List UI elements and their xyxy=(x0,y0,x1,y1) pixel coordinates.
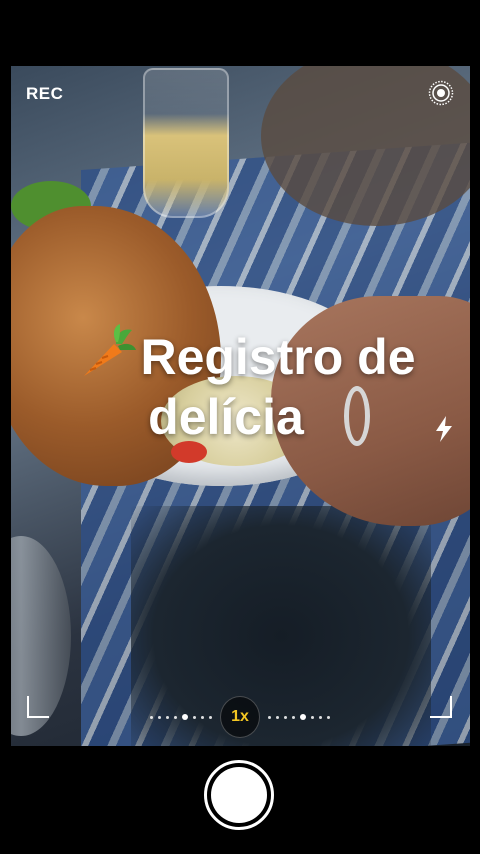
live-photo-icon[interactable] xyxy=(428,80,454,106)
zoom-dots-left xyxy=(150,714,212,720)
carrot-icon xyxy=(84,324,137,376)
flash-icon[interactable] xyxy=(432,414,456,444)
frame-corner-bottom-left xyxy=(27,696,49,718)
story-caption[interactable]: Registro de delícia xyxy=(46,322,446,447)
beer-glass xyxy=(143,68,229,218)
zoom-button[interactable]: 1x xyxy=(220,696,260,738)
zoom-control[interactable]: 1x xyxy=(150,695,330,739)
rec-label: REC xyxy=(26,84,64,103)
shutter-inner xyxy=(211,767,267,823)
frame-corner-bottom-right xyxy=(430,696,452,718)
caption-line-1: Registro de xyxy=(76,324,416,385)
caption-line-2: delícia xyxy=(148,389,304,445)
zoom-dots-right xyxy=(268,714,330,720)
shutter-button[interactable] xyxy=(204,760,274,830)
